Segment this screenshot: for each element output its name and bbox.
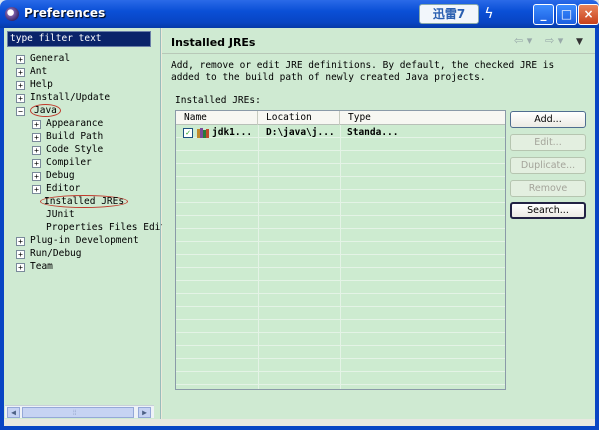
tree-item-label: Installed JREs — [40, 195, 129, 208]
horizontal-scrollbar[interactable]: ◀ ⦙⦙ ▶ — [5, 405, 154, 418]
column-divider — [340, 125, 341, 389]
scroll-left-icon[interactable]: ◀ — [7, 407, 20, 418]
expand-icon[interactable]: + — [32, 120, 41, 129]
expand-icon[interactable]: + — [16, 94, 25, 103]
tree-item-label: Build Path — [46, 131, 104, 142]
add-button[interactable]: Add... — [510, 111, 586, 128]
expand-icon[interactable]: + — [32, 146, 41, 155]
tree-item-ant[interactable]: + Ant — [16, 65, 47, 78]
close-button[interactable]: × — [578, 4, 599, 25]
jre-name: jdk1... — [212, 127, 253, 138]
tree-item-label: Editor — [46, 183, 81, 194]
expand-icon[interactable]: + — [32, 133, 41, 142]
table-label: Installed JREs: — [175, 95, 261, 106]
lightning-icon[interactable]: ϟ — [481, 4, 497, 24]
tree-item-label: Java — [30, 104, 61, 117]
scroll-thumb[interactable]: ⦙⦙ — [22, 407, 134, 418]
column-divider — [258, 125, 259, 389]
expand-icon[interactable]: + — [16, 68, 25, 77]
column-header-location[interactable]: Location — [258, 111, 340, 125]
tree-item-label: Debug — [46, 170, 75, 181]
button-bar — [4, 419, 595, 426]
tree-item-java[interactable]: − Java — [16, 104, 61, 117]
expand-icon[interactable]: + — [16, 55, 25, 64]
forward-arrow-icon[interactable]: ⇨ ▾ — [545, 34, 563, 47]
table-row[interactable]: ✓ jdk1... D:\java\j... Standa... — [176, 126, 505, 140]
expand-icon[interactable]: + — [32, 172, 41, 181]
tree-item-compiler[interactable]: + Compiler — [32, 156, 92, 169]
jre-type: Standa... — [347, 127, 399, 138]
expand-icon[interactable]: + — [16, 250, 25, 259]
tree-item-label: Compiler — [46, 157, 92, 168]
grip-icon: ⦙⦙ — [73, 409, 77, 417]
tree-item-label: Team — [30, 261, 53, 272]
tree-item-label: Install/Update — [30, 92, 111, 103]
tree-item-editor[interactable]: + Editor — [32, 182, 80, 195]
tree-item-run-debug[interactable]: + Run/Debug — [16, 247, 81, 260]
tree-item-junit[interactable]: JUnit — [46, 208, 75, 221]
jre-location: D:\java\j... — [266, 127, 335, 138]
edit-button[interactable]: Edit... — [510, 134, 586, 151]
divider — [162, 53, 595, 54]
tree-item-install-update[interactable]: + Install/Update — [16, 91, 110, 104]
expand-icon[interactable]: + — [16, 263, 25, 272]
eclipse-icon — [5, 7, 19, 21]
tree-item-debug[interactable]: + Debug — [32, 169, 75, 182]
expand-icon[interactable]: + — [32, 185, 41, 194]
back-arrow-icon[interactable]: ⇦ ▾ — [514, 34, 532, 47]
column-header-name[interactable]: Name — [176, 111, 258, 125]
tree-item-properties-files-editor[interactable]: Properties Files Edit — [46, 221, 166, 234]
minimize-button[interactable]: _ — [533, 4, 554, 25]
expand-icon[interactable]: + — [16, 81, 25, 90]
tree-item-general[interactable]: + General — [16, 52, 70, 65]
window-title: Preferences — [24, 6, 106, 20]
jre-library-icon — [197, 128, 209, 138]
expand-icon[interactable]: + — [16, 237, 25, 246]
tree-item-appearance[interactable]: + Appearance — [32, 117, 103, 130]
tree-item-help[interactable]: + Help — [16, 78, 53, 91]
tree-item-label: Run/Debug — [30, 248, 82, 259]
expand-icon[interactable]: + — [32, 159, 41, 168]
tree-item-build-path[interactable]: + Build Path — [32, 130, 103, 143]
tree-item-team[interactable]: + Team — [16, 260, 53, 273]
maximize-button[interactable]: □ — [556, 4, 577, 25]
tree-item-installed-jres[interactable]: Installed JREs — [40, 195, 129, 208]
scroll-right-icon[interactable]: ▶ — [138, 407, 151, 418]
collapse-icon[interactable]: − — [16, 107, 25, 116]
remove-button[interactable]: Remove — [510, 180, 586, 197]
title-bar[interactable]: Preferences 迅雷7 ϟ _ □ × — [0, 0, 599, 28]
table-header: Name Location Type — [176, 111, 505, 125]
tree-item-label: Appearance — [46, 118, 104, 129]
filter-input[interactable]: type filter text — [7, 31, 151, 47]
column-header-type[interactable]: Type — [340, 111, 505, 125]
jre-table[interactable]: Name Location Type ✓ jdk1... D:\java\j..… — [175, 110, 506, 390]
page-title: Installed JREs — [171, 36, 256, 49]
xunlei-button[interactable]: 迅雷7 — [419, 4, 479, 24]
search-button[interactable]: Search... — [510, 202, 586, 219]
duplicate-button[interactable]: Duplicate... — [510, 157, 586, 174]
tree-item-label: General — [30, 53, 71, 64]
view-menu-icon[interactable]: ▼ — [576, 37, 583, 47]
default-jre-checkbox[interactable]: ✓ — [183, 128, 193, 138]
tree-item-label: Help — [30, 79, 53, 90]
tree-item-label: Ant — [30, 66, 48, 77]
tree-item-plugin-development[interactable]: + Plug-in Development — [16, 234, 139, 247]
tree-item-label: Properties Files Edit — [46, 222, 167, 233]
page-description: Add, remove or edit JRE definitions. By … — [171, 60, 555, 83]
tree-item-code-style[interactable]: + Code Style — [32, 143, 103, 156]
tree-item-label: JUnit — [46, 209, 75, 220]
tree-item-label: Code Style — [46, 144, 104, 155]
tree-item-label: Plug-in Development — [30, 235, 139, 246]
